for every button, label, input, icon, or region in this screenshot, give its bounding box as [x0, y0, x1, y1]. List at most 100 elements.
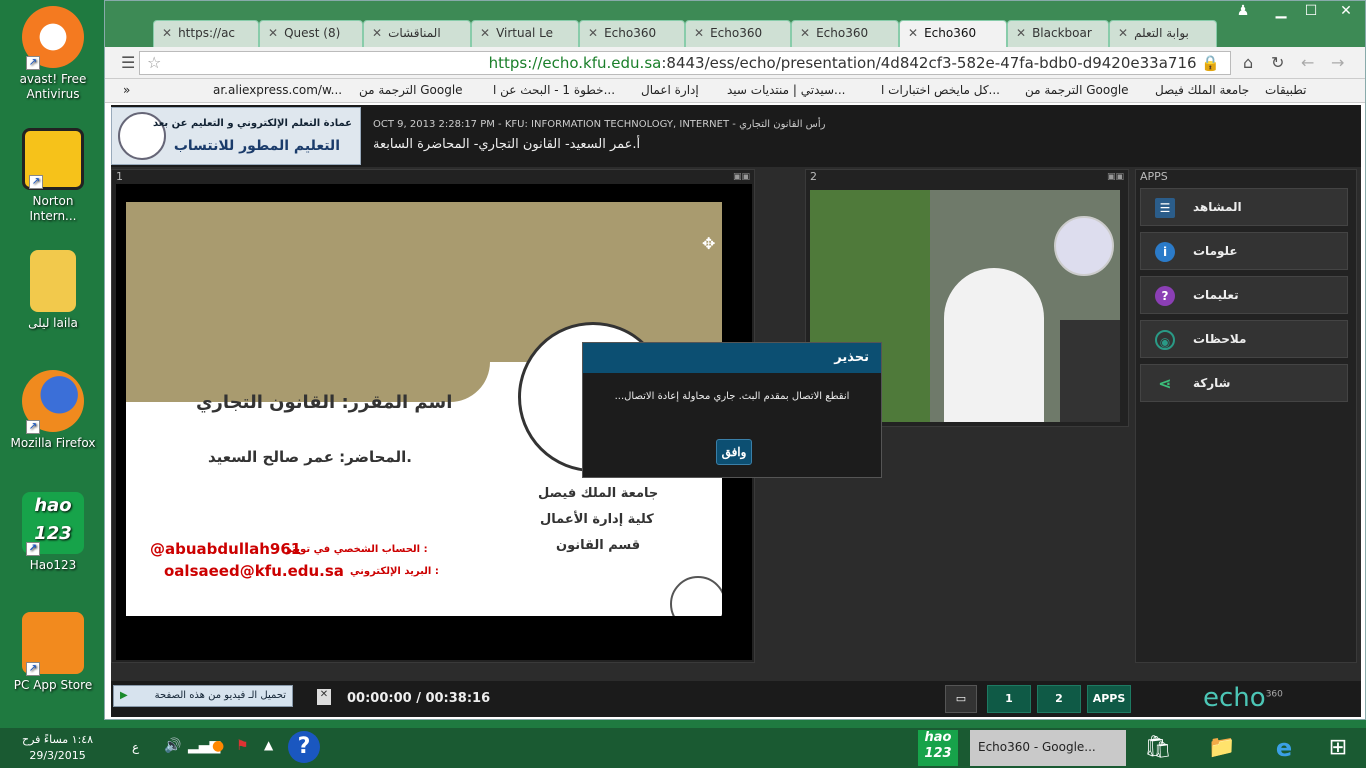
- help-icon: ?: [1155, 286, 1175, 306]
- tab-close-icon[interactable]: ✕: [694, 26, 704, 40]
- bookmarks-bar: تطبيقات جامعة الملك فيصل الترجمة من Goog…: [105, 79, 1365, 103]
- app-share[interactable]: ⋖ شاركة: [1140, 364, 1348, 402]
- desktop-icon-avast[interactable]: ↗ avast! Free Antivirus: [8, 6, 98, 102]
- maximize-button[interactable]: ☐: [1295, 1, 1327, 21]
- warning-dialog: تحذير ...انقطع الاتصال بمقدم البث. جاري …: [582, 342, 882, 478]
- forward-icon[interactable]: ←: [1301, 53, 1314, 72]
- lecturer-figure: [944, 268, 1044, 422]
- presentation-title: أ.عمر السعيد- القانون التجاري- المحاضرة …: [373, 137, 641, 152]
- tab-close-icon[interactable]: ✕: [372, 26, 382, 40]
- tab-close-icon[interactable]: ✕: [800, 26, 810, 40]
- app-views[interactable]: ☰ المشاهد: [1140, 188, 1348, 226]
- download-video-bar[interactable]: ▶ تحميل الـ فيديو من هذه الصفحة: [113, 685, 293, 707]
- move-cursor-icon: ✥: [702, 234, 716, 253]
- play-icon: ▶: [120, 690, 128, 701]
- apps-panel: APPS ☰ المشاهد i علومات ? تعليمات ◉ ملاحظات …: [1135, 169, 1357, 663]
- reload-icon[interactable]: ↻: [1271, 53, 1284, 72]
- bookmark-apps[interactable]: تطبيقات: [1265, 83, 1306, 97]
- app-notes[interactable]: ◉ ملاحظات: [1140, 320, 1348, 358]
- tab-discussions[interactable]: ✕ المناقشات: [363, 20, 471, 47]
- internet-explorer-icon[interactable]: e: [1264, 730, 1304, 766]
- tab-close-icon[interactable]: ✕: [162, 26, 172, 40]
- bookmark-sayidaty[interactable]: سيدتي | منتديات سيد...: [727, 83, 846, 97]
- ok-button[interactable]: وافق: [716, 439, 752, 465]
- desktop-icon-hao123[interactable]: hao 123 ↗ Hao123: [8, 492, 98, 573]
- minimize-button[interactable]: ▁: [1265, 1, 1297, 21]
- tab-echo360-active[interactable]: ✕ Echo360: [899, 20, 1007, 47]
- bookmark-kfu[interactable]: جامعة الملك فيصل: [1155, 83, 1249, 97]
- apps-toggle-button[interactable]: APPS: [1087, 685, 1131, 713]
- tab-close-icon[interactable]: ✕: [1016, 26, 1026, 40]
- user-folder-icon: [30, 250, 76, 312]
- bookmark-exams[interactable]: كل مايخص اختبارات ا...: [881, 83, 1000, 97]
- monitor: [1060, 320, 1120, 422]
- info-icon: i: [1155, 242, 1175, 262]
- lock-icon: 🔒: [1201, 54, 1220, 72]
- address-bar[interactable]: https://echo.kfu.edu.sa:8443/ess/echo/pr…: [139, 51, 1231, 75]
- tab-virtual-learning[interactable]: ✕ Virtual Le: [471, 20, 579, 47]
- hao123-icon: hao 123 ↗: [22, 492, 84, 556]
- language-indicator[interactable]: ع: [132, 740, 139, 754]
- avast-tray-icon[interactable]: ●: [212, 738, 224, 754]
- user-icon[interactable]: ♟: [1227, 1, 1259, 21]
- desktop-icon-laila[interactable]: ليلى laila: [8, 250, 98, 331]
- tray-chevron-up-icon[interactable]: ▲: [264, 738, 273, 752]
- bookmark-search-step[interactable]: خطوة 1 - البحث عن ا...: [493, 83, 615, 97]
- store-icon[interactable]: 🛍: [1138, 730, 1178, 766]
- back-icon[interactable]: →: [1331, 53, 1344, 72]
- tab-strip: ♟ ▁ ☐ ✕ ✕ بوابة التعلم ✕ Blackboar ✕ Echo36…: [105, 1, 1365, 47]
- tab-https-ac[interactable]: ✕ https://ac: [153, 20, 259, 47]
- tab-quest[interactable]: ✕ Quest (8): [259, 20, 363, 47]
- tab-close-icon[interactable]: ✕: [908, 26, 918, 40]
- menu-icon[interactable]: ☰: [121, 53, 135, 72]
- windows-start-icon[interactable]: ⊞: [1316, 730, 1360, 766]
- taskbar-clock[interactable]: ١:٤٨ مساءً فرح 29/3/2015: [22, 732, 93, 764]
- avast-icon: ↗: [22, 6, 84, 70]
- bookmark-star-icon[interactable]: ☆: [147, 53, 161, 72]
- playback-controls: ▶ تحميل الـ فيديو من هذه الصفحة ✕ 00:00:0…: [111, 681, 1361, 717]
- network-icon[interactable]: ⚑: [236, 738, 249, 754]
- panel-controls-icon[interactable]: ▣▣: [733, 172, 750, 182]
- bookmark-google-translate-2[interactable]: الترجمة من Google: [359, 83, 463, 97]
- desktop-icon-firefox[interactable]: ↗ Mozilla Firefox: [8, 370, 98, 451]
- help-icon[interactable]: ?: [288, 731, 320, 763]
- tab-close-icon[interactable]: ✕: [268, 26, 278, 40]
- close-download-bar-icon[interactable]: ✕: [317, 689, 331, 705]
- home-icon[interactable]: ⌂: [1243, 53, 1253, 72]
- layout-1-button[interactable]: 1: [987, 685, 1031, 713]
- layout-2-button[interactable]: 2: [1037, 685, 1081, 713]
- tab-blackboard[interactable]: ✕ Blackboar: [1007, 20, 1109, 47]
- norton-icon: ↗: [22, 128, 84, 190]
- desktop-icon-pc-app-store[interactable]: ↗ PC App Store: [8, 612, 98, 693]
- screen-layout-icon[interactable]: ▭: [945, 685, 977, 713]
- tab-echo360[interactable]: ✕ Echo360: [791, 20, 899, 47]
- panel-controls-icon[interactable]: ▣▣: [1107, 172, 1124, 182]
- echo-header: عمادة التعلم الإلكتروني و التعليم عن بعد…: [111, 105, 1361, 167]
- bookmark-business-admin[interactable]: إدارة اعمال: [641, 83, 699, 97]
- tab-kfu-portal[interactable]: ✕ بوابة التعلم: [1109, 20, 1217, 47]
- app-help[interactable]: ? تعليمات: [1140, 276, 1348, 314]
- close-window-button[interactable]: ✕: [1327, 1, 1365, 21]
- file-explorer-icon[interactable]: 📁: [1202, 730, 1242, 766]
- echo360-brand: echo360: [1203, 683, 1283, 713]
- desktop-icon-norton[interactable]: ↗ Norton Intern...: [8, 128, 98, 224]
- volume-icon[interactable]: 🔊: [164, 738, 181, 754]
- chrome-taskbar-item[interactable]: Echo360 - Google...: [970, 730, 1126, 766]
- bookmarks-overflow[interactable]: »: [123, 83, 130, 97]
- bookmark-google-translate[interactable]: الترجمة من Google: [1025, 83, 1129, 97]
- browser-toolbar: ☰ https://echo.kfu.edu.sa:8443/ess/echo/…: [105, 47, 1365, 79]
- bookmark-aliexpress[interactable]: ar.aliexpress.com/w...: [213, 83, 342, 97]
- share-icon: ⋖: [1158, 374, 1172, 393]
- app-info[interactable]: i علومات: [1140, 232, 1348, 270]
- dialog-message: ...انقطع الاتصال بمقدم البث. جاري محاولة…: [614, 391, 850, 402]
- tab-close-icon[interactable]: ✕: [480, 26, 490, 40]
- playback-time: 00:00:00 / 00:38:16: [347, 691, 491, 706]
- tab-echo360[interactable]: ✕ Echo360: [685, 20, 791, 47]
- firefox-icon: ↗: [22, 370, 84, 434]
- tab-close-icon[interactable]: ✕: [588, 26, 598, 40]
- app-store-bag-icon: ↗: [22, 612, 84, 676]
- hao123-taskbar-icon[interactable]: hao 123: [918, 730, 958, 766]
- tab-echo360[interactable]: ✕ Echo360: [579, 20, 685, 47]
- tab-close-icon[interactable]: ✕: [1118, 26, 1128, 40]
- views-icon: ☰: [1155, 198, 1175, 218]
